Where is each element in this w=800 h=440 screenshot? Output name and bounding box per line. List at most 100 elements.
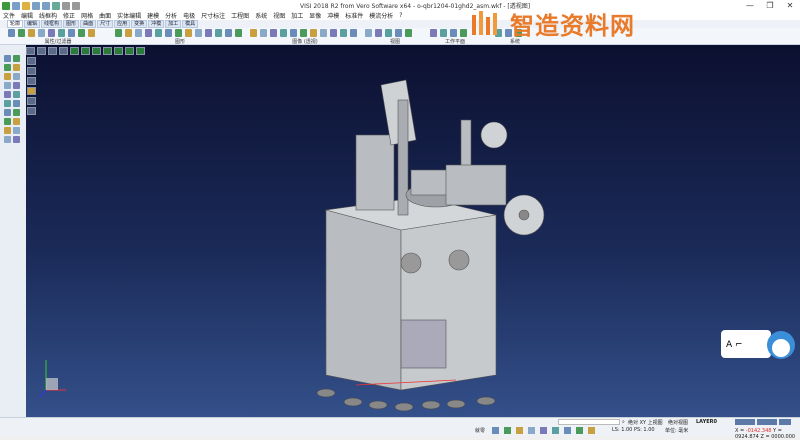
- tab-mould[interactable]: 模具: [182, 20, 199, 28]
- snap-toggle-icon[interactable]: [516, 427, 523, 434]
- layer-label[interactable]: LAYER0: [696, 419, 717, 425]
- ribbon-tool-icon[interactable]: [155, 29, 162, 37]
- ribbon-tool-icon[interactable]: [215, 29, 222, 37]
- tab-dimension[interactable]: 尺寸: [97, 20, 114, 28]
- ribbon-tool-icon[interactable]: [365, 29, 372, 37]
- menu-mesh[interactable]: 网格: [81, 11, 93, 20]
- ribbon-tool-icon[interactable]: [165, 29, 172, 37]
- refresh-icon[interactable]: [52, 1, 60, 10]
- unit-label[interactable]: 单位: 毫米: [665, 427, 688, 434]
- tab-surface[interactable]: 曲面: [80, 20, 97, 28]
- view-abs-label[interactable]: 绝对 XY 上视图: [628, 419, 663, 426]
- left-tool-icon[interactable]: [13, 64, 20, 71]
- left-tool-icon[interactable]: [4, 100, 11, 107]
- tab-machining[interactable]: 加工: [165, 20, 182, 28]
- left-tool-icon[interactable]: [13, 82, 20, 89]
- ribbon-tool-icon[interactable]: [205, 29, 212, 37]
- status-button-3[interactable]: [779, 419, 791, 425]
- menu-surface[interactable]: 曲面: [99, 11, 111, 20]
- snap-toggle-icon[interactable]: [564, 427, 571, 434]
- ribbon-tool-icon[interactable]: [145, 29, 152, 37]
- tab-apply[interactable]: 应用: [114, 20, 131, 28]
- view-tool-icon[interactable]: [103, 47, 112, 55]
- view-mode-icon[interactable]: [27, 77, 36, 85]
- menu-flow-analysis[interactable]: 模流分析: [369, 11, 393, 20]
- command-search-input[interactable]: [558, 419, 620, 425]
- menu-view[interactable]: 视图: [273, 11, 285, 20]
- left-tool-icon[interactable]: [13, 118, 20, 125]
- snap-toggle-icon[interactable]: [552, 427, 559, 434]
- view-mode-icon[interactable]: [27, 87, 36, 95]
- snap-toggle-icon[interactable]: [576, 427, 583, 434]
- tab-edit[interactable]: 编辑: [24, 20, 41, 28]
- 3d-viewport[interactable]: A ⌐: [26, 45, 800, 417]
- left-tool-icon[interactable]: [4, 73, 11, 80]
- ribbon-tool-icon[interactable]: [385, 29, 392, 37]
- view-tool-icon[interactable]: [125, 47, 134, 55]
- ribbon-tool-icon[interactable]: [195, 29, 202, 37]
- left-tool-icon[interactable]: [4, 136, 11, 143]
- view-tool-icon[interactable]: [92, 47, 101, 55]
- view-mode-icon[interactable]: [27, 67, 36, 75]
- minimize-button[interactable]: —: [740, 0, 760, 11]
- view-tool-icon[interactable]: [136, 47, 145, 55]
- view-tool-icon[interactable]: [37, 47, 46, 55]
- ribbon-tool-icon[interactable]: [185, 29, 192, 37]
- undo-icon[interactable]: [62, 1, 70, 10]
- ribbon-tool-icon[interactable]: [395, 29, 402, 37]
- left-tool-icon[interactable]: [13, 100, 20, 107]
- menu-wireframe[interactable]: 线框构: [39, 11, 57, 20]
- redo-icon[interactable]: [72, 1, 80, 10]
- view-tool-icon[interactable]: [26, 47, 35, 55]
- status-button-1[interactable]: [735, 419, 755, 425]
- ribbon-tool-icon[interactable]: [250, 29, 257, 37]
- ribbon-tool-icon[interactable]: [330, 29, 337, 37]
- view-mode-icon[interactable]: [27, 57, 36, 65]
- maximize-button[interactable]: ❐: [760, 0, 780, 11]
- view-tool-icon[interactable]: [81, 47, 90, 55]
- print-icon[interactable]: [42, 1, 50, 10]
- menu-system[interactable]: 系统: [255, 11, 267, 20]
- ribbon-tool-icon[interactable]: [28, 29, 35, 37]
- view-mode-icon[interactable]: [27, 107, 36, 115]
- left-tool-icon[interactable]: [13, 109, 20, 116]
- left-tool-icon[interactable]: [4, 64, 11, 71]
- ribbon-tool-icon[interactable]: [260, 29, 267, 37]
- menu-render[interactable]: 显像: [309, 11, 321, 20]
- left-tool-icon[interactable]: [4, 118, 11, 125]
- ribbon-tool-icon[interactable]: [175, 29, 182, 37]
- menu-electrode[interactable]: 电极: [183, 11, 195, 20]
- menu-analysis[interactable]: 分析: [165, 11, 177, 20]
- ribbon-tool-icon[interactable]: [430, 29, 437, 37]
- tab-wireframe[interactable]: 线框构: [41, 20, 63, 28]
- ribbon-tool-icon[interactable]: [135, 29, 142, 37]
- status-button-2[interactable]: [757, 419, 777, 425]
- snap-toggle-icon[interactable]: [504, 427, 511, 434]
- ribbon-tool-icon[interactable]: [270, 29, 277, 37]
- left-tool-icon[interactable]: [4, 55, 11, 62]
- search-icon[interactable]: ⌕: [622, 419, 625, 425]
- snap-toggle-icon[interactable]: [528, 427, 535, 434]
- tab-transform[interactable]: 变换: [131, 20, 148, 28]
- ribbon-tool-icon[interactable]: [58, 29, 65, 37]
- ribbon-tool-icon[interactable]: [310, 29, 317, 37]
- snap-toggle-icon[interactable]: [540, 427, 547, 434]
- ribbon-tool-icon[interactable]: [235, 29, 242, 37]
- view-mode-icon[interactable]: [27, 97, 36, 105]
- ribbon-tool-icon[interactable]: [125, 29, 132, 37]
- left-tool-icon[interactable]: [13, 73, 20, 80]
- snap-toggle-icon[interactable]: [492, 427, 499, 434]
- left-tool-icon[interactable]: [13, 136, 20, 143]
- ribbon-tool-icon[interactable]: [225, 29, 232, 37]
- ribbon-tool-icon[interactable]: [340, 29, 347, 37]
- tab-profile[interactable]: 轮廓: [7, 20, 24, 28]
- ribbon-tool-icon[interactable]: [8, 29, 15, 37]
- left-tool-icon[interactable]: [13, 91, 20, 98]
- new-icon[interactable]: [12, 1, 20, 10]
- menu-help[interactable]: ?: [399, 12, 402, 19]
- menu-standard-parts[interactable]: 标准件: [345, 11, 363, 20]
- menu-modeling[interactable]: 建模: [147, 11, 159, 20]
- ribbon-tool-icon[interactable]: [375, 29, 382, 37]
- ribbon-tool-icon[interactable]: [18, 29, 25, 37]
- close-button[interactable]: ✕: [780, 0, 800, 11]
